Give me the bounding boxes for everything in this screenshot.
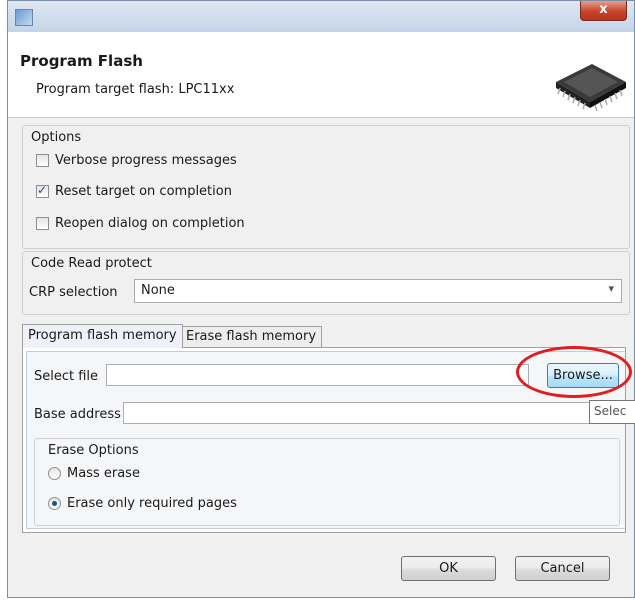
chevron-down-icon[interactable]: ▾ [608,282,614,295]
reset-target-checkbox-label: Reset target on completion [55,184,232,199]
ok-button[interactable]: OK [401,556,496,581]
cancel-button[interactable]: Cancel [515,556,610,581]
title-bar: x [8,1,634,33]
mass-erase-label: Mass erase [67,466,140,481]
highlight-circle [516,346,632,398]
select-file-label: Select file [34,369,99,384]
erase-required-pages-radio[interactable]: Erase only required pages [48,496,237,511]
app-icon [15,9,33,26]
program-flash-dialog: x Program Flash Program target flash: LP… [7,0,635,598]
bottom-strip [0,598,635,604]
mass-erase-radio[interactable]: Mass erase [48,466,140,481]
browse-tooltip: Selec [589,400,635,424]
options-group-title: Options [31,130,82,145]
crp-group-title: Code Read protect [31,256,152,271]
dialog-subtitle: Program target flash: LPC11xx [36,82,235,97]
chip-icon [556,64,626,112]
verbose-checkbox[interactable]: Verbose progress messages [36,153,237,168]
tab-strip: Program flash memory Erase flash memory [22,324,626,348]
crp-selection-value: None [141,283,175,298]
verbose-checkbox-label: Verbose progress messages [55,153,237,168]
reset-target-checkbox-box[interactable] [36,183,49,198]
erase-required-pages-label: Erase only required pages [67,496,237,511]
crp-selection-label: CRP selection [29,285,118,300]
options-group: Options Verbose progress messages Reset … [22,125,630,249]
verbose-checkbox-box[interactable] [36,154,49,167]
tab-erase-flash-memory[interactable]: Erase flash memory [180,326,323,348]
erase-options-title: Erase Options [48,443,139,458]
select-file-input[interactable] [106,364,529,386]
base-address-label: Base address [34,407,121,422]
mass-erase-radio-dot[interactable] [48,467,61,480]
reset-target-checkbox[interactable]: Reset target on completion [36,183,232,199]
close-button[interactable]: x [580,1,627,21]
dialog-title: Program Flash [20,52,143,70]
reopen-dialog-checkbox[interactable]: Reopen dialog on completion [36,216,245,231]
erase-options-group: Erase Options Mass erase Erase only requ… [34,438,620,526]
base-address-input[interactable] [123,402,623,424]
tab-program-flash-memory[interactable]: Program flash memory [22,324,183,348]
reopen-dialog-checkbox-box[interactable] [36,217,49,230]
crp-selection-combo[interactable]: None ▾ [134,279,622,303]
crp-group: Code Read protect CRP selection None ▾ [22,251,630,315]
reopen-dialog-checkbox-label: Reopen dialog on completion [55,216,245,231]
dialog-header: Program Flash Program target flash: LPC1… [8,32,634,118]
erase-required-pages-radio-dot[interactable] [48,497,61,510]
